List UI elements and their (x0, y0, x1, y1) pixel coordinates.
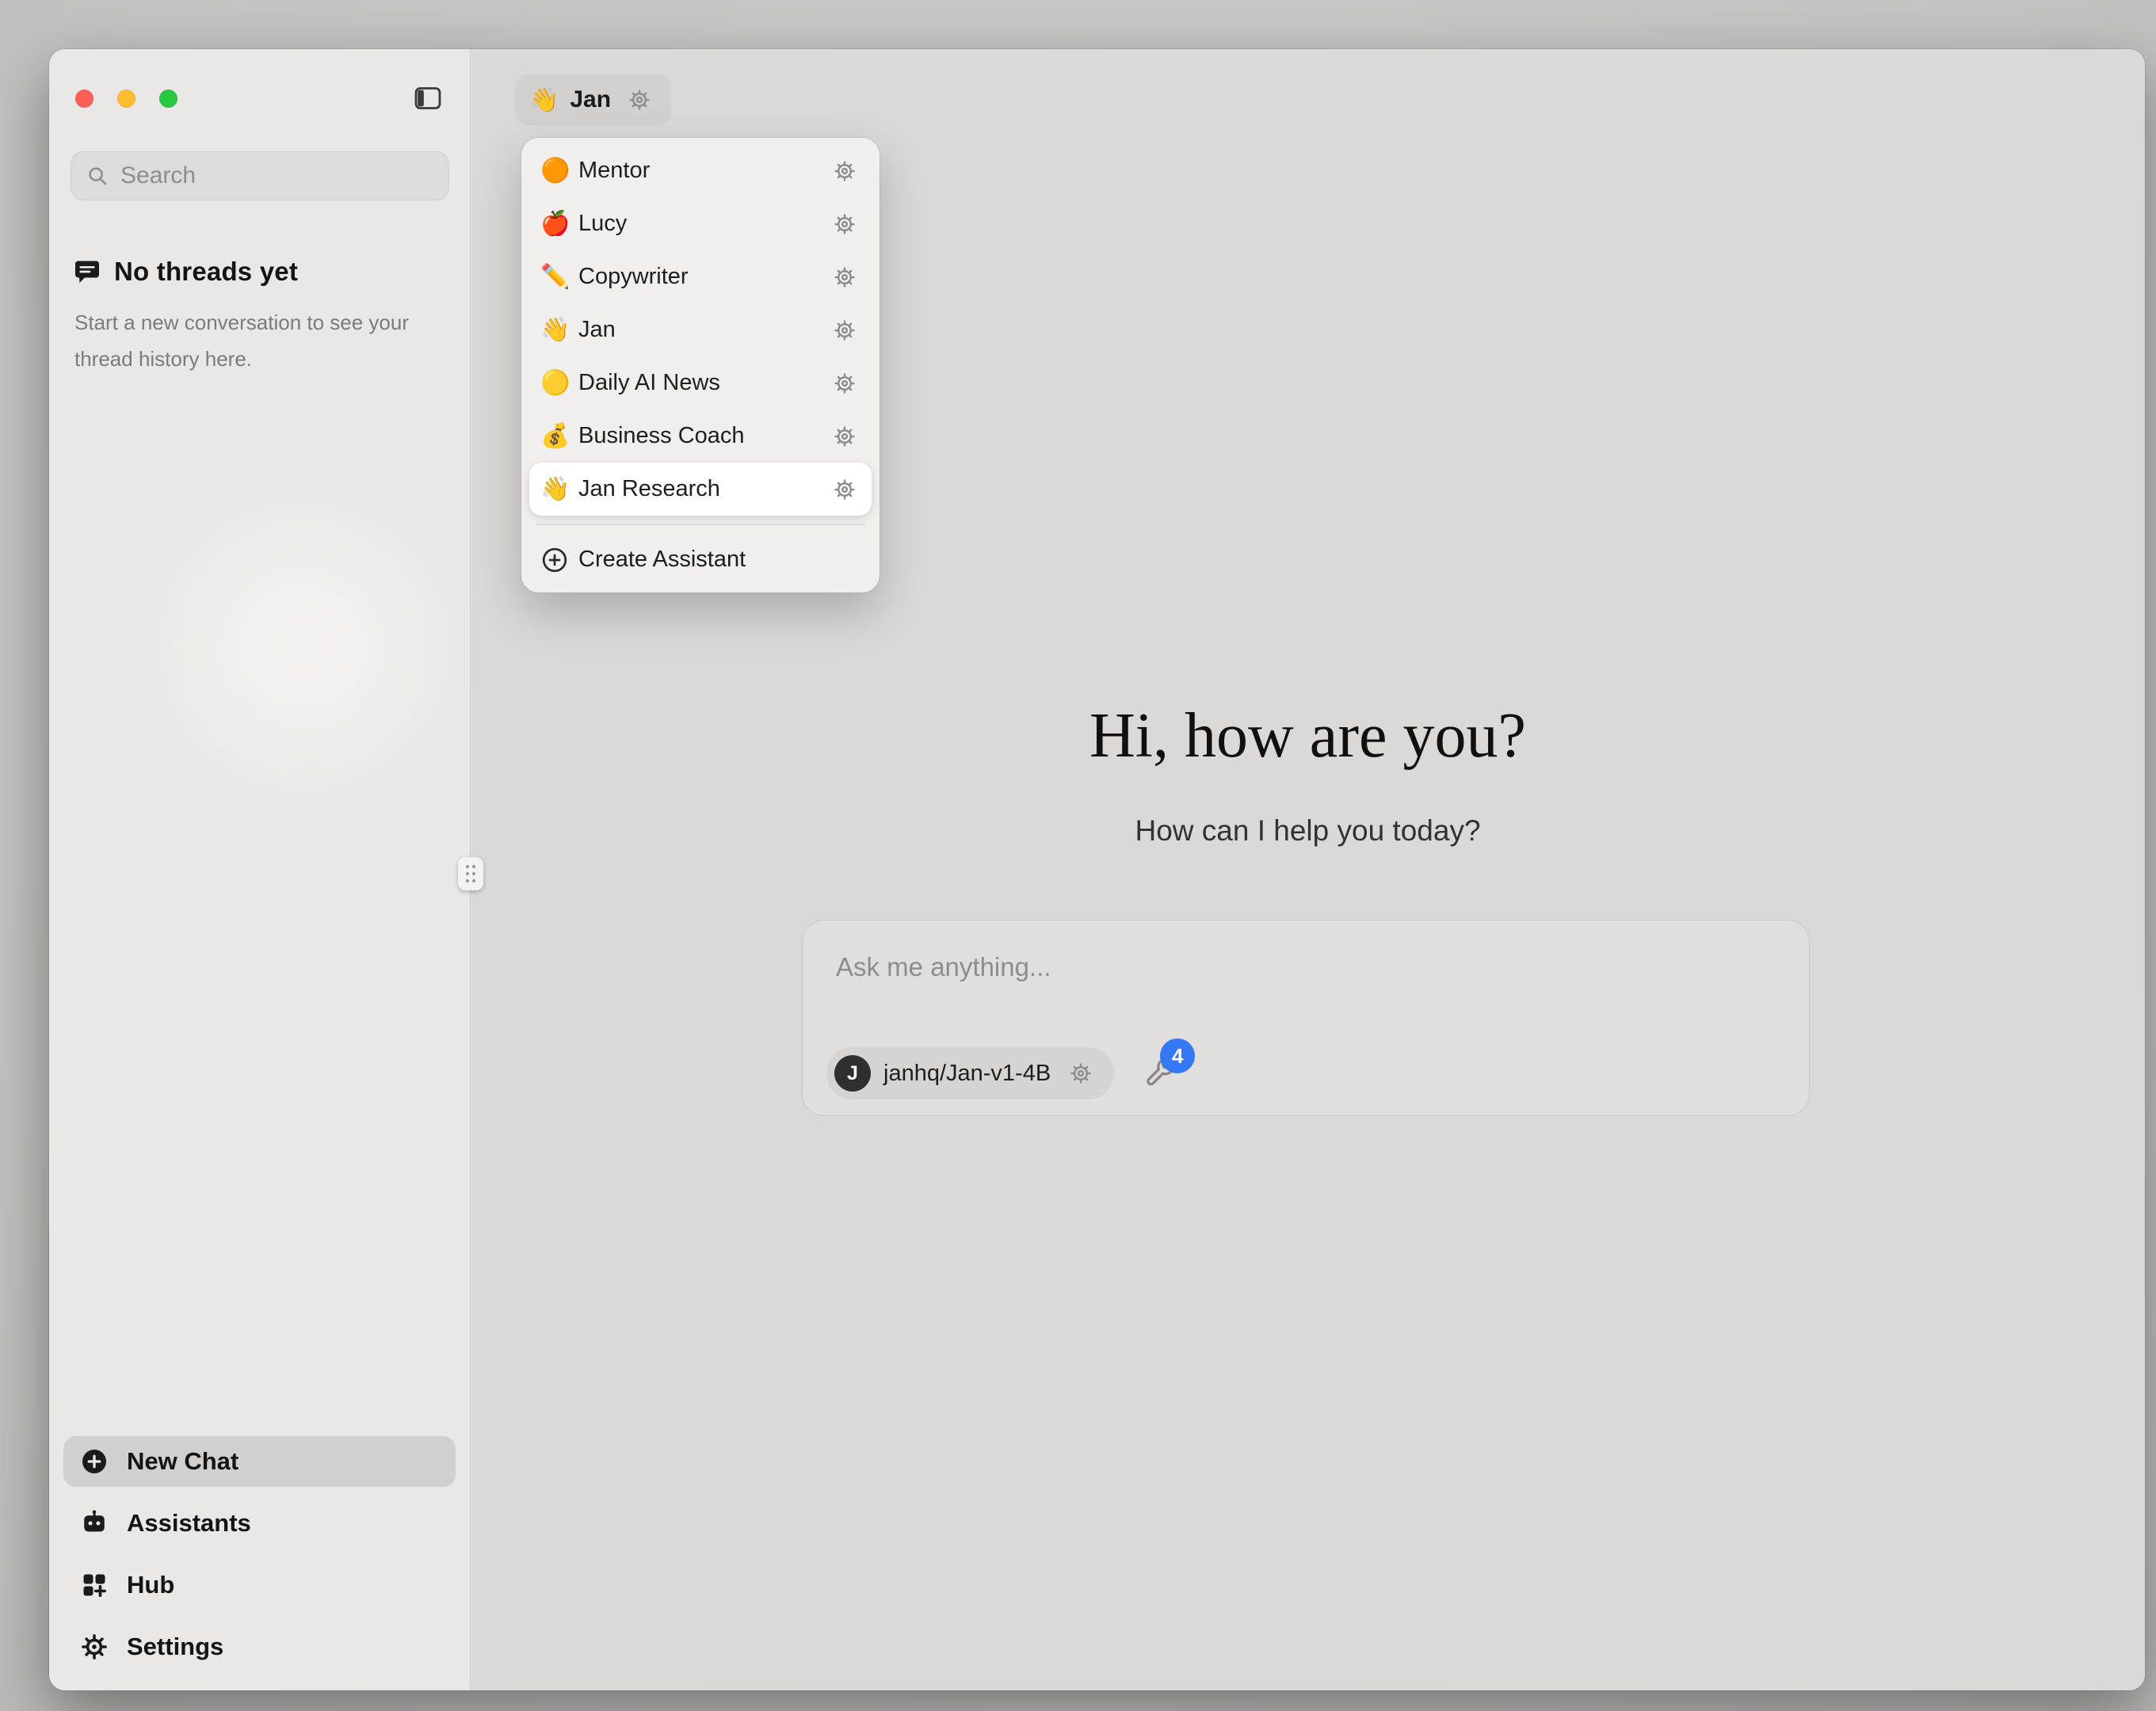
assistant-item-emoji: ✏️ (540, 263, 575, 291)
main-pane: 👋 Jan 🟠 Mentor 🍎 Lucy (471, 49, 2145, 1690)
assistant-item-emoji: 🟡 (540, 369, 575, 397)
assistant-menu-item[interactable]: 🍎 Lucy (529, 197, 872, 250)
assistant-menu-item[interactable]: 🟠 Mentor (529, 144, 872, 197)
assistant-item-emoji: 💰 (540, 422, 575, 450)
assistant-menu-item-selected[interactable]: 👋 Jan Research (529, 463, 872, 516)
threads-empty-state: No threads yet Start a new conversation … (73, 257, 446, 377)
sidebar-item-assistants[interactable]: Assistants (63, 1492, 456, 1554)
search-icon (86, 164, 109, 188)
gear-icon (628, 88, 651, 112)
assistant-item-emoji: 👋 (540, 316, 575, 344)
plus-circle-outline-icon (540, 546, 569, 574)
model-name: janhq/Jan-v1-4B (883, 1061, 1051, 1087)
assistants-icon (79, 1508, 109, 1538)
gear-icon (833, 372, 857, 395)
assistant-item-label: Copywriter (575, 264, 827, 290)
assistant-menu-item[interactable]: 👋 Jan (529, 303, 872, 356)
sidebar-resize-handle[interactable] (458, 857, 483, 890)
close-button[interactable] (75, 90, 93, 108)
gear-icon (833, 265, 857, 289)
greeting-subtitle: How can I help you today? (471, 814, 2145, 848)
sidebar-item-label: New Chat (127, 1447, 238, 1476)
plus-circle-icon (79, 1446, 109, 1477)
gear-icon (833, 478, 857, 501)
assistant-name: Jan (570, 86, 611, 113)
window-controls (75, 90, 177, 108)
gear-icon (1069, 1061, 1093, 1085)
sidebar-decorative-blob (132, 477, 473, 817)
assistant-item-label: Mentor (575, 158, 827, 184)
gear-icon (833, 159, 857, 183)
model-selector[interactable]: J janhq/Jan-v1-4B (826, 1047, 1114, 1099)
assistant-item-label: Lucy (575, 211, 827, 237)
assistant-settings-button[interactable] (622, 82, 657, 117)
sidebar-nav: New Chat Assistants (63, 1431, 456, 1678)
sidebar-item-settings[interactable]: Settings (63, 1616, 456, 1678)
assistant-settings-button[interactable] (827, 154, 862, 189)
sidebar-item-hub[interactable]: Hub (63, 1554, 456, 1616)
assistant-item-label: Daily AI News (575, 370, 827, 396)
sidebar: No threads yet Start a new conversation … (49, 49, 471, 1690)
search-box (71, 151, 449, 200)
assistant-item-label: Jan (575, 317, 827, 343)
assistant-menu-item[interactable]: 🟡 Daily AI News (529, 356, 872, 410)
tools-button[interactable]: 4 (1141, 1054, 1179, 1092)
assistant-settings-button[interactable] (827, 313, 862, 348)
greeting-block: Hi, how are you? How can I help you toda… (471, 700, 2145, 848)
composer-toolbar: J janhq/Jan-v1-4B 4 (826, 1047, 1179, 1099)
sidebar-item-label: Hub (127, 1571, 174, 1599)
search-input[interactable] (120, 162, 434, 189)
assistant-emoji: 👋 (529, 86, 559, 114)
gear-icon (833, 318, 857, 342)
minimize-button[interactable] (117, 90, 135, 108)
assistant-item-label: Jan Research (575, 476, 827, 502)
assistant-selector[interactable]: 👋 Jan (515, 74, 671, 125)
assistant-dropdown-menu: 🟠 Mentor 🍎 Lucy ✏️ Copywriter (521, 138, 880, 593)
sidebar-toggle-button[interactable] (410, 81, 445, 116)
sidebar-item-label: Settings (127, 1633, 223, 1661)
chat-composer: J janhq/Jan-v1-4B 4 (802, 920, 1810, 1116)
assistant-settings-button[interactable] (827, 472, 862, 507)
assistant-item-emoji: 👋 (540, 475, 575, 503)
assistant-settings-button[interactable] (827, 260, 862, 295)
model-avatar: J (834, 1055, 871, 1092)
settings-gear-icon (79, 1632, 109, 1662)
grip-dots-icon (464, 863, 478, 885)
zoom-button[interactable] (159, 90, 177, 108)
sidebar-item-new-chat[interactable]: New Chat (63, 1431, 456, 1492)
create-assistant-label: Create Assistant (578, 547, 746, 573)
menu-separator (536, 524, 865, 525)
gear-icon (833, 212, 857, 236)
assistant-item-label: Business Coach (575, 423, 827, 449)
assistant-item-emoji: 🟠 (540, 157, 575, 185)
assistant-menu-item[interactable]: 💰 Business Coach (529, 410, 872, 463)
greeting-title: Hi, how are you? (471, 700, 2145, 772)
tools-count-badge: 4 (1160, 1038, 1195, 1073)
empty-state-description: Start a new conversation to see your thr… (73, 304, 446, 377)
sidebar-item-label: Assistants (127, 1509, 251, 1538)
empty-state-title: No threads yet (114, 257, 298, 287)
chat-input[interactable] (803, 920, 1809, 1016)
hub-icon (79, 1570, 109, 1600)
app-window: No threads yet Start a new conversation … (49, 49, 2145, 1690)
create-assistant-button[interactable]: Create Assistant (529, 533, 872, 586)
assistant-settings-button[interactable] (827, 366, 862, 401)
gear-icon (833, 425, 857, 448)
assistant-settings-button[interactable] (827, 419, 862, 454)
model-settings-button[interactable] (1063, 1056, 1098, 1091)
sidebar-toggle-icon (412, 82, 444, 114)
chat-bubble-icon (73, 257, 101, 286)
assistant-menu-item[interactable]: ✏️ Copywriter (529, 250, 872, 303)
assistant-settings-button[interactable] (827, 207, 862, 242)
assistant-item-emoji: 🍎 (540, 210, 575, 238)
